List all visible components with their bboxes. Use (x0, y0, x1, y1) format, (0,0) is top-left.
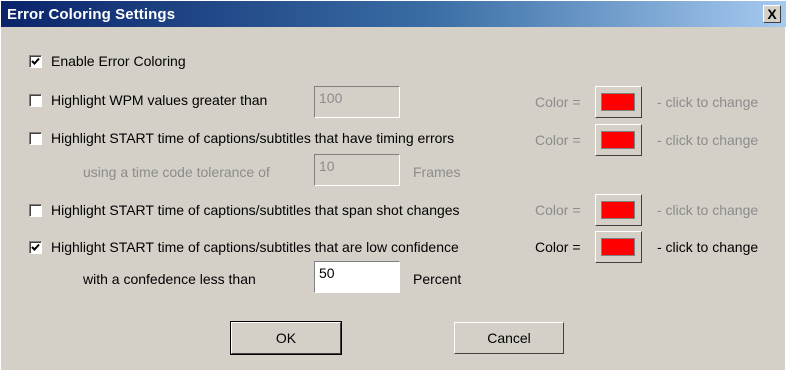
tolerance-label: using a time code tolerance of (83, 164, 270, 180)
shot-color-label: Color = (535, 202, 581, 218)
title-bar[interactable]: Error Coloring Settings X (1, 1, 786, 27)
timing-color-button[interactable] (595, 124, 642, 156)
dialog-title: Error Coloring Settings (7, 6, 176, 23)
timing-color-swatch (601, 131, 635, 149)
highlight-shot-changes-label[interactable]: Highlight START time of captions/subtitl… (51, 202, 460, 218)
wpm-color-label: Color = (535, 94, 581, 110)
timing-click-hint: - click to change (657, 132, 759, 148)
cancel-button-label: Cancel (487, 330, 531, 346)
confidence-click-hint: - click to change (657, 239, 759, 255)
shot-color-button[interactable] (595, 194, 642, 226)
timing-color-label: Color = (535, 132, 581, 148)
confidence-color-swatch (601, 238, 635, 256)
checkmark-icon (31, 243, 40, 251)
wpm-threshold-input[interactable]: 100 (314, 86, 400, 118)
close-icon: X (767, 6, 777, 22)
cancel-button[interactable]: Cancel (454, 322, 564, 354)
tolerance-input[interactable]: 10 (314, 154, 400, 186)
close-button[interactable]: X (763, 5, 781, 23)
enable-error-coloring-label[interactable]: Enable Error Coloring (51, 53, 186, 69)
shot-color-swatch (601, 201, 635, 219)
wpm-color-button[interactable] (595, 86, 642, 118)
confidence-threshold-unit: Percent (413, 271, 462, 287)
highlight-timing-errors-label[interactable]: Highlight START time of captions/subtitl… (51, 130, 454, 146)
wpm-color-swatch (601, 93, 635, 111)
highlight-timing-errors-checkbox[interactable] (29, 132, 42, 145)
highlight-shot-changes-checkbox[interactable] (29, 204, 42, 217)
highlight-low-confidence-label[interactable]: Highlight START time of captions/subtitl… (51, 239, 459, 255)
highlight-wpm-checkbox[interactable] (29, 94, 42, 107)
confidence-threshold-label: with a confedence less than (83, 271, 256, 287)
confidence-color-button[interactable] (595, 231, 642, 263)
confidence-threshold-input[interactable]: 50 (314, 261, 400, 293)
enable-error-coloring-checkbox[interactable] (29, 55, 42, 68)
ok-button-label: OK (275, 330, 297, 346)
wpm-click-hint: - click to change (657, 94, 759, 110)
highlight-low-confidence-checkbox[interactable] (29, 241, 42, 254)
checkmark-icon (31, 57, 40, 65)
highlight-wpm-label[interactable]: Highlight WPM values greater than (51, 92, 267, 108)
shot-click-hint: - click to change (657, 202, 759, 218)
tolerance-unit: Frames (413, 164, 461, 180)
confidence-color-label: Color = (535, 239, 581, 255)
error-coloring-dialog: Error Coloring Settings X Enable Error C… (0, 0, 786, 371)
ok-button[interactable]: OK (230, 321, 342, 355)
